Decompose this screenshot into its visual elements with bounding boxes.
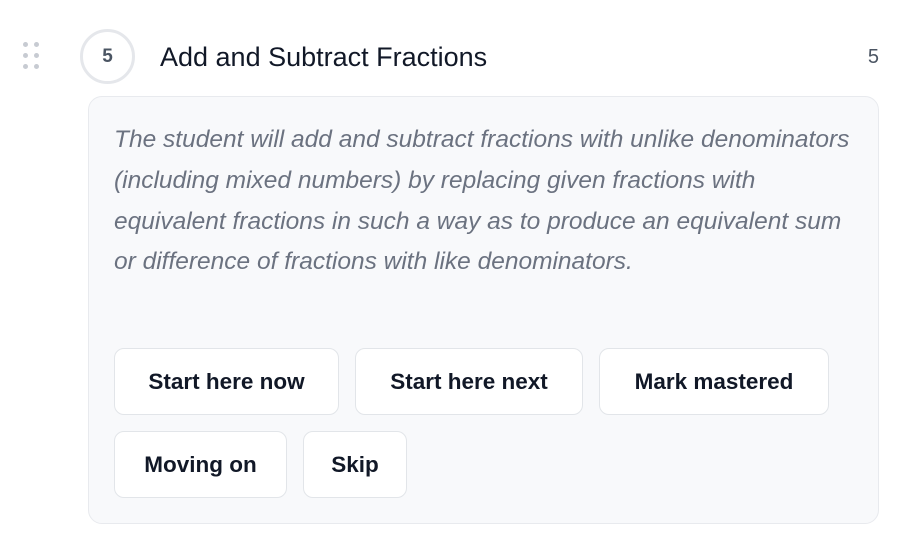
step-number-badge: 5 <box>80 29 135 84</box>
start-here-now-button[interactable]: Start here now <box>114 348 339 415</box>
item-detail-card: The student will add and subtract fracti… <box>88 96 879 524</box>
item-count: 5 <box>867 46 879 68</box>
mark-mastered-button[interactable]: Mark mastered <box>599 348 829 415</box>
item-title: Add and Subtract Fractions <box>160 42 488 72</box>
skip-button[interactable]: Skip <box>303 431 407 498</box>
start-here-next-button[interactable]: Start here next <box>355 348 583 415</box>
item-description: The student will add and subtract fracti… <box>114 126 850 276</box>
drag-handle-icon[interactable] <box>21 40 43 72</box>
moving-on-button[interactable]: Moving on <box>114 431 287 498</box>
